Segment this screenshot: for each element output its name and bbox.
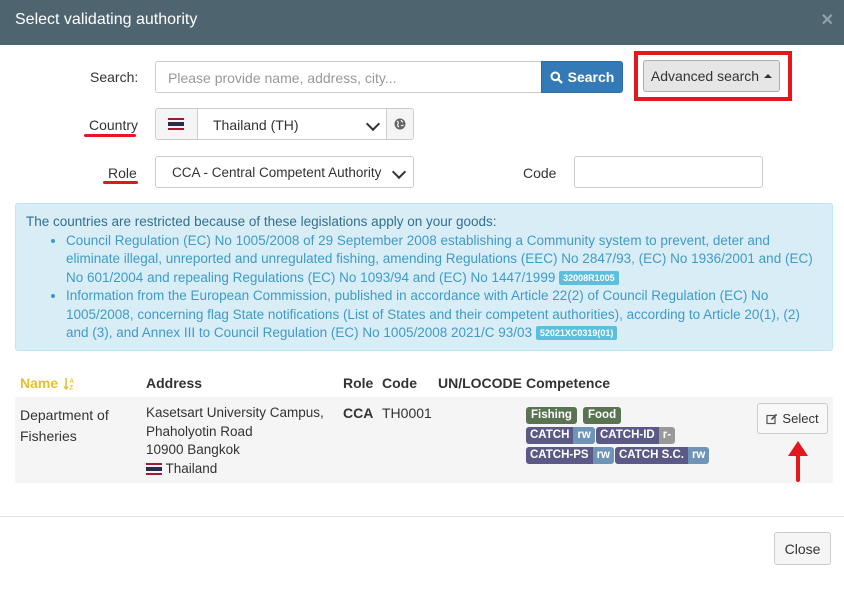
address-column-header: Address <box>146 375 203 391</box>
search-button-label: Search <box>567 69 615 85</box>
competence-access: rw <box>687 447 710 464</box>
competence-badge: CATCH rw <box>526 427 595 444</box>
country-label: Country <box>89 117 139 133</box>
country-flag-addon <box>155 108 198 140</box>
country-select[interactable]: Thailand (TH) <box>197 108 387 140</box>
competence-access: r- <box>658 427 676 444</box>
role-select[interactable]: CCA - Central Competent Authority <box>155 156 414 188</box>
address-line: Kasetsart University Campus, <box>146 405 324 420</box>
competence-badge: CATCH S.C. rw <box>615 447 710 464</box>
globe-button[interactable] <box>386 108 414 140</box>
modal-title: Select validating authority <box>15 11 198 28</box>
role-column-header: Role <box>343 375 374 391</box>
legislation-list: Council Regulation (EC) No 1005/2008 of … <box>26 232 822 343</box>
modal-header: Select validating authority ✕ <box>0 0 844 45</box>
authority-role: CCA <box>343 405 374 421</box>
role-value: CCA - Central Competent Authority <box>172 165 382 180</box>
advanced-search-label: Advanced search <box>650 68 760 84</box>
caret-up-icon <box>764 74 773 78</box>
role-underline <box>103 181 138 184</box>
info-intro: The countries are restricted because of … <box>26 214 497 229</box>
select-button[interactable]: Select <box>757 403 828 434</box>
svg-text:A: A <box>70 379 75 385</box>
name-header-label: Name <box>20 375 59 391</box>
legislation-text: Council Regulation (EC) No 1005/2008 of … <box>66 232 813 285</box>
address-country: Thailand <box>165 460 218 476</box>
search-button[interactable]: Search <box>541 61 623 93</box>
close-icon[interactable]: ✕ <box>821 10 834 30</box>
competence-name: CATCH-PS <box>526 447 593 464</box>
code-column-header: Code <box>382 375 417 391</box>
thailand-flag-icon <box>146 462 162 475</box>
close-button[interactable]: Close <box>774 532 831 565</box>
address-line: 10900 Bangkok <box>146 442 240 457</box>
chevron-down-icon <box>391 164 407 180</box>
arrow-up-icon <box>788 441 808 482</box>
globe-icon <box>394 118 406 130</box>
unlocode-column-header: UN/LOCODE <box>438 375 522 391</box>
authority-address: Kasetsart University Campus, Phaholyotin… <box>146 404 324 478</box>
advanced-search-button[interactable]: Advanced search <box>643 60 780 92</box>
search-icon <box>550 71 563 84</box>
competence-access: rw <box>573 427 595 444</box>
select-button-label: Select <box>782 411 819 426</box>
svg-text:Z: Z <box>70 386 74 391</box>
edit-icon <box>766 413 778 424</box>
tag-fishing: Fishing <box>526 407 577 424</box>
name-column-header[interactable]: Name AZ <box>20 375 76 392</box>
competence-name: CATCH-ID <box>596 427 659 444</box>
legislation-code-badge[interactable]: 32008R1005 <box>559 270 619 285</box>
authority-name: Department of Fisheries <box>20 406 109 445</box>
tag-food: Food <box>583 407 622 424</box>
legislation-item: Council Regulation (EC) No 1005/2008 of … <box>66 232 822 288</box>
authority-name-line: Department of <box>20 407 109 423</box>
competence-badge: CATCH-ID r- <box>596 427 676 444</box>
legislation-info-box: The countries are restricted because of … <box>15 203 833 351</box>
legislation-code-badge[interactable]: 52021XC0319(01) <box>535 326 618 341</box>
competence-access: rw <box>592 447 614 464</box>
footer-divider <box>0 516 844 517</box>
competence-badge: CATCH-PS rw <box>526 447 614 464</box>
country-value: Thailand (TH) <box>213 117 299 133</box>
country-underline <box>84 134 136 137</box>
search-input[interactable]: Please provide name, address, city... <box>155 61 542 93</box>
legislation-item: Information from the European Commission… <box>66 287 822 343</box>
search-label: Search: <box>90 69 139 85</box>
sort-alpha-icon: AZ <box>63 378 75 392</box>
authority-name-line: Fisheries <box>20 427 77 444</box>
legislation-text: Information from the European Commission… <box>66 288 800 340</box>
chevron-down-icon <box>365 116 381 132</box>
competence-name: CATCH S.C. <box>615 447 688 464</box>
code-input[interactable] <box>574 156 763 188</box>
role-label: Role <box>108 165 137 181</box>
code-label: Code <box>523 165 557 181</box>
authority-code: TH0001 <box>382 405 432 421</box>
thailand-flag-icon <box>168 118 184 130</box>
address-line: Phaholyotin Road <box>146 423 253 439</box>
competence-column-header: Competence <box>526 375 611 391</box>
competence-name: CATCH <box>526 427 574 444</box>
search-placeholder: Please provide name, address, city... <box>168 70 397 86</box>
